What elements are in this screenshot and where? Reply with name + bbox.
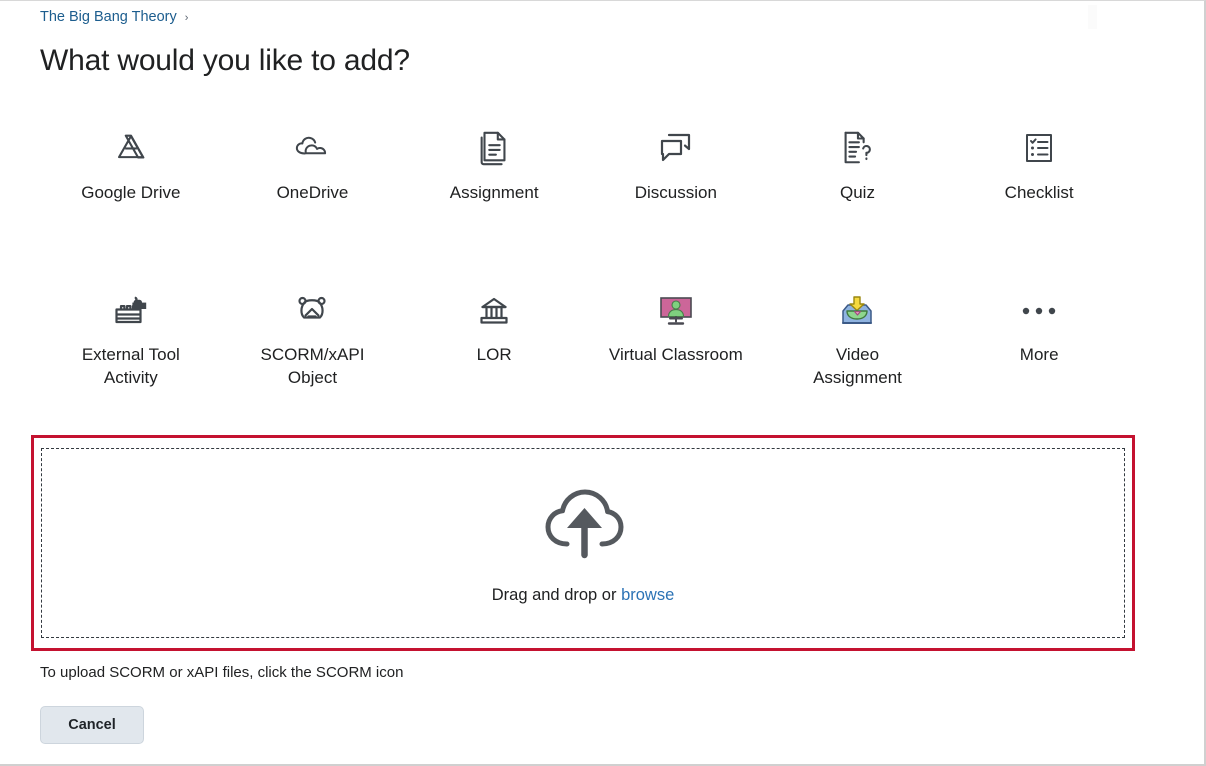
chevron-right-icon: › <box>184 12 189 24</box>
tool-label: Virtual Classroom <box>608 345 743 364</box>
tool-assignment[interactable]: Assignment <box>403 123 585 204</box>
scorm-hint-text: To upload SCORM or xAPI files, click the… <box>40 664 404 681</box>
assignment-document-icon <box>477 125 511 171</box>
virtual-classroom-monitor-icon <box>656 289 696 333</box>
tool-label: More <box>1019 345 1059 364</box>
tool-label: Checklist <box>1004 183 1074 202</box>
scorm-xapi-icon <box>294 289 330 333</box>
tool-virtual-classroom[interactable]: Virtual Classroom <box>585 287 767 389</box>
tool-more[interactable]: More <box>948 287 1130 389</box>
breadcrumb: The Big Bang Theory › <box>40 7 188 27</box>
tool-label: Discussion <box>634 183 717 202</box>
tool-label: External Tool Activity <box>81 345 180 387</box>
checklist-icon <box>1022 125 1056 171</box>
tool-checklist[interactable]: Checklist <box>948 123 1130 204</box>
onedrive-cloud-icon <box>292 125 332 171</box>
tool-video-assignment[interactable]: Video Assignment <box>767 287 949 389</box>
discussion-speech-bubbles-icon <box>656 125 696 171</box>
page-artifact <box>1088 5 1097 29</box>
add-activity-page: The Big Bang Theory › What would you lik… <box>0 0 1206 766</box>
more-ellipsis-icon <box>1020 289 1058 333</box>
tool-discussion[interactable]: Discussion <box>585 123 767 204</box>
tool-external-tool-activity[interactable]: External Tool Activity <box>40 287 222 389</box>
tool-grid-row-2: External Tool Activity SCORM/xAPI Object <box>40 287 1130 389</box>
external-tool-lego-icon <box>111 289 151 333</box>
lor-bank-building-icon <box>477 289 511 333</box>
tool-quiz[interactable]: Quiz <box>767 123 949 204</box>
tool-lor[interactable]: LOR <box>403 287 585 389</box>
tool-label: Google Drive <box>81 183 181 202</box>
tool-label: LOR <box>476 345 512 364</box>
video-assignment-inbox-icon <box>838 289 876 333</box>
cancel-button[interactable]: Cancel <box>40 706 144 744</box>
tool-label: Assignment <box>449 183 539 202</box>
dropzone-text: Drag and drop or browse <box>492 586 675 605</box>
quiz-question-document-icon <box>839 125 875 171</box>
tool-onedrive[interactable]: OneDrive <box>222 123 404 204</box>
google-drive-icon <box>112 125 150 171</box>
cloud-upload-icon <box>537 481 629 566</box>
tool-label: SCORM/xAPI Object <box>260 345 365 387</box>
tool-scorm-xapi-object[interactable]: SCORM/xAPI Object <box>222 287 404 389</box>
tool-label: OneDrive <box>276 183 349 202</box>
tool-label: Quiz <box>840 183 875 202</box>
file-dropzone[interactable]: Drag and drop or browse <box>41 448 1125 638</box>
breadcrumb-course-link[interactable]: The Big Bang Theory <box>40 7 177 27</box>
tool-grid-row-1: Google Drive OneDrive Assignment Discuss… <box>40 123 1130 204</box>
tool-google-drive[interactable]: Google Drive <box>40 123 222 204</box>
dropzone-text-prefix: Drag and drop or <box>491 586 622 604</box>
tool-label: Video Assignment <box>813 345 902 387</box>
page-title: What would you like to add? <box>40 44 410 77</box>
browse-link[interactable]: browse <box>621 586 674 604</box>
